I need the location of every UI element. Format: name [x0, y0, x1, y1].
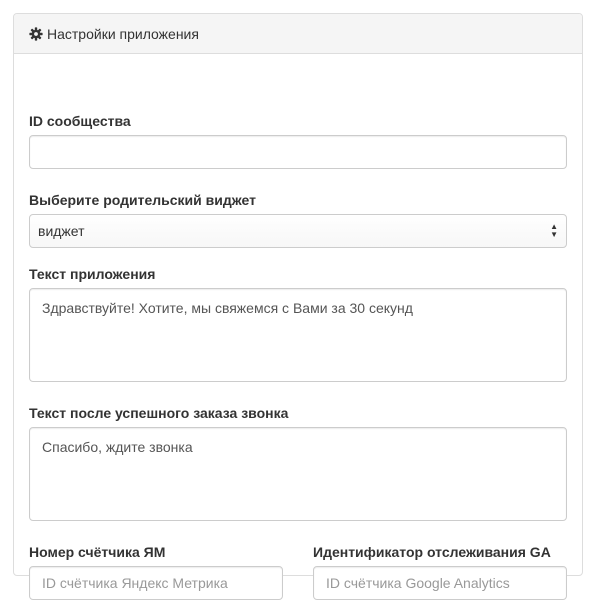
app-settings-panel: Настройки приложения ID сообщества Выбер…	[13, 13, 583, 600]
community-id-label: ID сообщества	[29, 113, 131, 129]
ym-counter-label: Номер счётчика ЯМ	[29, 544, 166, 560]
panel-title: Настройки приложения	[47, 25, 199, 42]
gear-icon	[29, 26, 43, 41]
parent-widget-select[interactable]: виджет ▲ ▼	[29, 214, 567, 248]
select-arrows-icon: ▲ ▼	[550, 222, 558, 239]
after-order-text-label: Текст после успешного заказа звонка	[29, 405, 289, 421]
ga-tracking-label: Идентификатор отслеживания GA	[313, 544, 551, 560]
app-text-textarea[interactable]: Здравствуйте! Хотите, мы свяжемся с Вами…	[29, 288, 567, 382]
community-id-input[interactable]	[29, 135, 567, 169]
ym-counter-input[interactable]	[29, 566, 283, 600]
panel-heading: Настройки приложения	[14, 14, 582, 54]
parent-widget-selected: виджет	[38, 223, 85, 239]
ga-tracking-input[interactable]	[313, 566, 567, 600]
app-text-label: Текст приложения	[29, 266, 156, 282]
after-order-text-textarea[interactable]: Спасибо, ждите звонка	[29, 427, 567, 521]
parent-widget-label: Выберите родительский виджет	[29, 192, 256, 208]
